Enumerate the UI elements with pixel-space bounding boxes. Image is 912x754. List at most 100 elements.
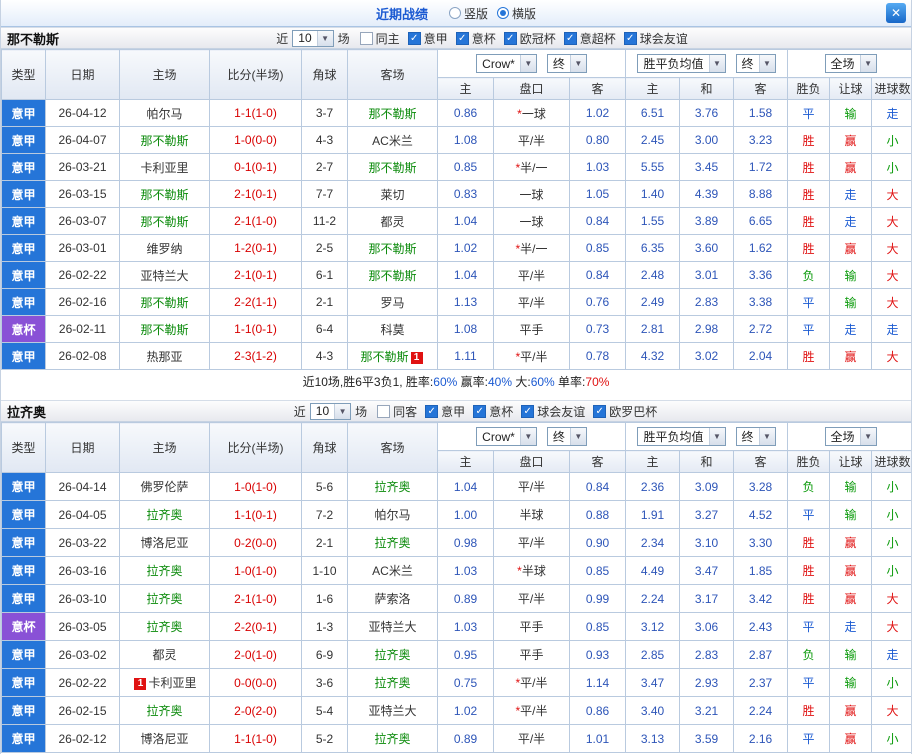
dialog-titlebar: 近期战绩 竖版 横版 ✕ — [1, 0, 911, 27]
avg-away: 2.43 — [732, 612, 789, 641]
checkbox-icon[interactable]: ✓ — [563, 31, 577, 45]
filter-同主[interactable]: 同主 — [359, 30, 400, 47]
avg-away: 3.36 — [732, 261, 789, 289]
team-name-text: 亚特兰大 — [368, 620, 417, 634]
filter-同客[interactable]: 同客 — [377, 403, 417, 420]
avg-home: 4.49 — [625, 556, 680, 585]
home-team: 佛罗伦萨 — [119, 472, 210, 501]
away-team: 那不勒斯 — [347, 99, 438, 127]
radio-icon[interactable] — [448, 7, 461, 19]
checkbox-icon[interactable] — [377, 404, 391, 418]
corner-score: 2-5 — [301, 234, 348, 262]
match-score: 2-3(1-2) — [209, 342, 302, 370]
result-outcome: 平 — [787, 99, 831, 127]
layout-option-horizontal[interactable]: 横版 — [497, 5, 536, 22]
avg-draw: 3.06 — [679, 612, 734, 641]
checkbox-icon[interactable]: ✓ — [455, 31, 469, 45]
checkbox-icon[interactable]: ✓ — [623, 31, 637, 45]
league-cell: 意甲 — [1, 696, 46, 725]
result-outcome: 平 — [787, 500, 831, 529]
away-team: 科莫 — [347, 315, 438, 343]
avg-final-select[interactable]: 终 ▼ — [735, 427, 776, 446]
filter-意甲[interactable]: ✓ 意甲 — [425, 403, 465, 420]
avg-home: 1.91 — [625, 500, 680, 529]
checkbox-icon[interactable]: ✓ — [521, 404, 535, 418]
filter-意超杯[interactable]: ✓ 意超杯 — [563, 30, 616, 47]
handicap-star: * — [517, 106, 522, 121]
avg-away: 2.16 — [732, 724, 789, 753]
match-count-select[interactable]: 10 ▼ — [309, 402, 352, 420]
away-odds: 0.88 — [569, 500, 626, 529]
match-row: 意甲 26-03-01 维罗纳 1-2(0-1) 2-5 那不勒斯 1.02 *半/一 0.85… — [1, 234, 911, 262]
result-goals: 小 — [871, 528, 911, 557]
avg-draw: 3.60 — [679, 234, 734, 262]
match-row: 意甲 26-02-22 亚特兰大 2-1(0-1) 6-1 那不勒斯 1.04 平/半 0.84… — [1, 261, 911, 289]
home-odds: 1.02 — [437, 234, 494, 262]
result-outcome: 胜 — [787, 207, 831, 235]
select-value: 终 — [741, 430, 754, 444]
chevron-down-icon: ▼ — [569, 54, 586, 72]
avg-type-select[interactable]: 胜平负均值 ▼ — [637, 54, 726, 73]
result-handicap: 赢 — [829, 126, 873, 154]
checkbox-icon[interactable]: ✓ — [593, 404, 607, 418]
away-odds: 0.99 — [569, 584, 626, 613]
checkbox-icon[interactable] — [359, 31, 373, 45]
avg-type-select[interactable]: 胜平负均值 ▼ — [637, 427, 726, 446]
match-date: 26-03-21 — [45, 153, 120, 181]
team-name-text: 维罗纳 — [146, 241, 183, 256]
result-handicap: 赢 — [829, 528, 873, 557]
team-name-text: 拉齐奥 — [374, 648, 411, 662]
away-team: 莱切 — [347, 180, 438, 208]
layout-option-vertical[interactable]: 竖版 — [448, 5, 488, 22]
close-button[interactable]: ✕ — [886, 3, 906, 23]
league-cell: 意甲 — [1, 261, 46, 289]
scope-select[interactable]: 全场 ▼ — [824, 427, 877, 446]
away-team: 拉齐奥 — [347, 724, 438, 753]
match-row: 意甲 26-03-22 博洛尼亚 0-2(0-0) 2-1 拉齐奥 0.98 平/半 0.90 2… — [1, 528, 911, 557]
handicap-line: *平/半 — [493, 696, 570, 725]
odds-company-select[interactable]: Crow* ▼ — [476, 427, 537, 447]
matches-table: 类型 日期 主场 比分(半场) 角球 客场 Crow* ▼ 终 ▼ 胜平负均值 … — [1, 49, 911, 370]
avg-draw: 3.00 — [679, 126, 734, 154]
avg-home: 2.24 — [625, 584, 680, 613]
radio-selected-icon[interactable] — [497, 7, 509, 19]
checkbox-icon[interactable]: ✓ — [425, 404, 439, 418]
avg-home: 3.13 — [625, 724, 680, 753]
avg-draw: 3.89 — [679, 207, 734, 235]
filter-欧罗巴杯[interactable]: ✓ 欧罗巴杯 — [593, 403, 657, 420]
avg-away: 3.23 — [732, 126, 789, 154]
match-row: 意甲 26-03-16 拉齐奥 1-0(1-0) 1-10 AC米兰 1.03 *半球 0.85… — [1, 556, 911, 585]
filter-欧冠杯[interactable]: ✓ 欧冠杯 — [503, 30, 556, 47]
league-cell: 意甲 — [1, 472, 46, 501]
match-count-select[interactable]: 10 ▼ — [292, 29, 334, 47]
filter-意杯[interactable]: ✓ 意杯 — [473, 403, 513, 420]
away-odds: 0.85 — [569, 234, 626, 262]
filter-意甲[interactable]: ✓ 意甲 — [407, 30, 448, 47]
home-odds: 0.98 — [437, 528, 494, 557]
corner-score: 2-1 — [301, 288, 348, 316]
select-value: 终 — [552, 429, 565, 444]
odds-final-select[interactable]: 终 ▼ — [546, 426, 587, 446]
checkbox-icon[interactable]: ✓ — [503, 31, 517, 45]
team-name-text: 莱切 — [380, 187, 405, 202]
match-score: 2-0(2-0) — [209, 696, 302, 725]
avg-final-select[interactable]: 终 ▼ — [735, 54, 776, 73]
filter-label: 意甲 — [441, 404, 466, 419]
scope-select[interactable]: 全场 ▼ — [824, 54, 877, 73]
match-date: 26-04-14 — [45, 472, 120, 501]
filter-球会友谊[interactable]: ✓ 球会友谊 — [521, 403, 585, 420]
team-name-text: 拉齐奥 — [374, 732, 411, 746]
avg-draw: 3.59 — [679, 724, 734, 753]
odds-company-select[interactable]: Crow* ▼ — [476, 54, 537, 74]
avg-home: 2.85 — [625, 640, 680, 669]
away-odds: 0.84 — [569, 472, 626, 501]
filter-label: 球会友谊 — [537, 404, 586, 419]
odds-final-select[interactable]: 终 ▼ — [546, 53, 587, 73]
home-team: 博洛尼亚 — [119, 724, 210, 753]
checkbox-icon[interactable]: ✓ — [407, 31, 421, 45]
filter-意杯[interactable]: ✓ 意杯 — [455, 30, 496, 47]
filter-球会友谊[interactable]: ✓ 球会友谊 — [623, 30, 688, 47]
avg-home: 4.32 — [625, 342, 680, 370]
select-value: 胜平负均值 — [643, 430, 704, 444]
checkbox-icon[interactable]: ✓ — [473, 404, 487, 418]
